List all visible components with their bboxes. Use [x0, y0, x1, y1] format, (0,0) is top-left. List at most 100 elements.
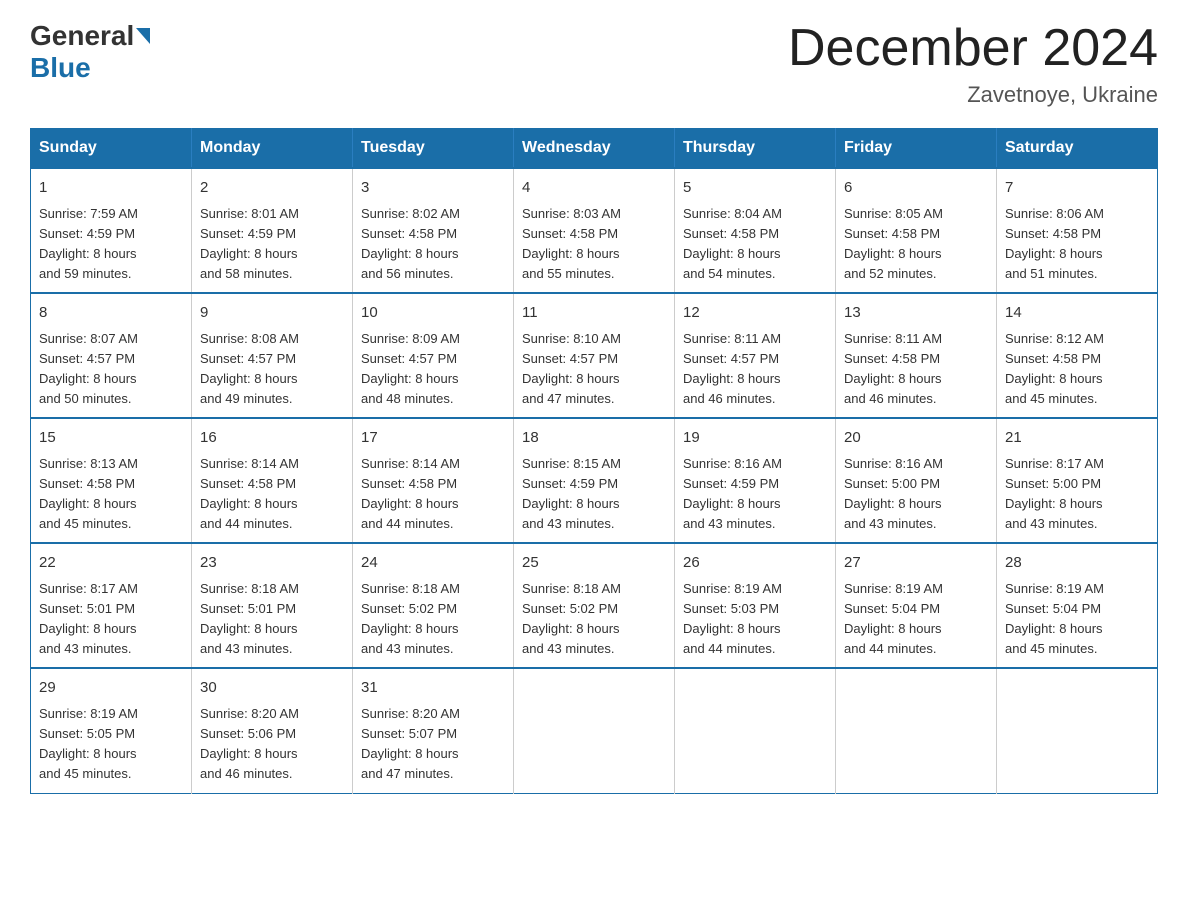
calendar-day-cell: 24Sunrise: 8:18 AMSunset: 5:02 PMDayligh… [353, 543, 514, 668]
day-number: 11 [522, 302, 666, 325]
day-number: 17 [361, 427, 505, 450]
calendar-day-cell: 8 Sunrise: 8:07 AMSunset: 4:57 PMDaylight… [31, 293, 192, 418]
calendar-day-cell: 21Sunrise: 8:17 AMSunset: 5:00 PMDayligh… [997, 418, 1158, 543]
logo-general-text: General [30, 20, 134, 52]
day-info: Sunrise: 7:59 AMSunset: 4:59 PMDaylight:… [39, 204, 183, 285]
day-number: 25 [522, 552, 666, 575]
day-number: 20 [844, 427, 988, 450]
day-info: Sunrise: 8:16 AMSunset: 4:59 PMDaylight:… [683, 454, 827, 535]
day-number: 26 [683, 552, 827, 575]
day-of-week-header: Saturday [997, 129, 1158, 169]
day-number: 10 [361, 302, 505, 325]
logo: General Blue [30, 20, 152, 84]
day-number: 27 [844, 552, 988, 575]
day-number: 18 [522, 427, 666, 450]
day-info: Sunrise: 8:14 AMSunset: 4:58 PMDaylight:… [200, 454, 344, 535]
day-of-week-header: Wednesday [514, 129, 675, 169]
day-info: Sunrise: 8:19 AMSunset: 5:04 PMDaylight:… [844, 579, 988, 660]
day-number: 13 [844, 302, 988, 325]
calendar-day-cell: 7Sunrise: 8:06 AMSunset: 4:58 PMDaylight… [997, 168, 1158, 293]
calendar-day-cell: 11Sunrise: 8:10 AMSunset: 4:57 PMDayligh… [514, 293, 675, 418]
day-number: 24 [361, 552, 505, 575]
calendar-week-row: 29Sunrise: 8:19 AMSunset: 5:05 PMDayligh… [31, 668, 1158, 793]
day-info: Sunrise: 8:07 AMSunset: 4:57 PMDaylight:… [39, 329, 183, 410]
day-info: Sunrise: 8:11 AMSunset: 4:58 PMDaylight:… [844, 329, 988, 410]
calendar-day-cell: 4 Sunrise: 8:03 AMSunset: 4:58 PMDaylight… [514, 168, 675, 293]
day-info: Sunrise: 8:09 AMSunset: 4:57 PMDaylight:… [361, 329, 505, 410]
calendar-header: SundayMondayTuesdayWednesdayThursdayFrid… [31, 129, 1158, 169]
calendar-day-cell: 5Sunrise: 8:04 AMSunset: 4:58 PMDaylight… [675, 168, 836, 293]
day-info: Sunrise: 8:14 AMSunset: 4:58 PMDaylight:… [361, 454, 505, 535]
day-number: 1 [39, 177, 183, 200]
calendar-week-row: 22 Sunrise: 8:17 AMSunset: 5:01 PMDayligh… [31, 543, 1158, 668]
day-number: 9 [200, 302, 344, 325]
day-number: 19 [683, 427, 827, 450]
calendar-day-cell: 26 Sunrise: 8:19 AMSunset: 5:03 PMDayligh… [675, 543, 836, 668]
day-info: Sunrise: 8:12 AMSunset: 4:58 PMDaylight:… [1005, 329, 1149, 410]
day-number: 8 [39, 302, 183, 325]
day-info: Sunrise: 8:19 AMSunset: 5:04 PMDaylight:… [1005, 579, 1149, 660]
calendar-day-cell: 9 Sunrise: 8:08 AMSunset: 4:57 PMDaylight… [192, 293, 353, 418]
calendar-day-cell [997, 668, 1158, 793]
calendar-day-cell: 19 Sunrise: 8:16 AMSunset: 4:59 PMDayligh… [675, 418, 836, 543]
calendar-day-cell: 17 Sunrise: 8:14 AMSunset: 4:58 PMDayligh… [353, 418, 514, 543]
day-number: 12 [683, 302, 827, 325]
day-number: 15 [39, 427, 183, 450]
day-number: 2 [200, 177, 344, 200]
month-title: December 2024 [788, 20, 1158, 77]
day-number: 16 [200, 427, 344, 450]
calendar-day-cell: 2Sunrise: 8:01 AMSunset: 4:59 PMDaylight… [192, 168, 353, 293]
day-info: Sunrise: 8:08 AMSunset: 4:57 PMDaylight:… [200, 329, 344, 410]
calendar-day-cell: 27 Sunrise: 8:19 AMSunset: 5:04 PMDayligh… [836, 543, 997, 668]
day-of-week-header: Monday [192, 129, 353, 169]
day-number: 7 [1005, 177, 1149, 200]
page-header: General Blue December 2024 Zavetnoye, Uk… [30, 20, 1158, 108]
calendar-day-cell: 20 Sunrise: 8:16 AMSunset: 5:00 PMDayligh… [836, 418, 997, 543]
day-number: 28 [1005, 552, 1149, 575]
day-number: 4 [522, 177, 666, 200]
calendar-day-cell: 1 Sunrise: 7:59 AMSunset: 4:59 PMDaylight… [31, 168, 192, 293]
calendar-day-cell: 6 Sunrise: 8:05 AMSunset: 4:58 PMDaylight… [836, 168, 997, 293]
day-number: 30 [200, 677, 344, 700]
calendar-day-cell: 25Sunrise: 8:18 AMSunset: 5:02 PMDayligh… [514, 543, 675, 668]
calendar-day-cell: 15 Sunrise: 8:13 AMSunset: 4:58 PMDayligh… [31, 418, 192, 543]
day-info: Sunrise: 8:17 AMSunset: 5:01 PMDaylight:… [39, 579, 183, 660]
calendar-day-cell: 28 Sunrise: 8:19 AMSunset: 5:04 PMDayligh… [997, 543, 1158, 668]
day-info: Sunrise: 8:19 AMSunset: 5:05 PMDaylight:… [39, 704, 183, 785]
day-info: Sunrise: 8:15 AMSunset: 4:59 PMDaylight:… [522, 454, 666, 535]
calendar-day-cell: 29Sunrise: 8:19 AMSunset: 5:05 PMDayligh… [31, 668, 192, 793]
calendar-body: 1 Sunrise: 7:59 AMSunset: 4:59 PMDaylight… [31, 168, 1158, 793]
calendar-day-cell: 16 Sunrise: 8:14 AMSunset: 4:58 PMDayligh… [192, 418, 353, 543]
calendar-day-cell: 30Sunrise: 8:20 AMSunset: 5:06 PMDayligh… [192, 668, 353, 793]
day-info: Sunrise: 8:16 AMSunset: 5:00 PMDaylight:… [844, 454, 988, 535]
day-info: Sunrise: 8:03 AMSunset: 4:58 PMDaylight:… [522, 204, 666, 285]
calendar-day-cell [675, 668, 836, 793]
day-info: Sunrise: 8:19 AMSunset: 5:03 PMDaylight:… [683, 579, 827, 660]
day-info: Sunrise: 8:05 AMSunset: 4:58 PMDaylight:… [844, 204, 988, 285]
calendar-week-row: 1 Sunrise: 7:59 AMSunset: 4:59 PMDaylight… [31, 168, 1158, 293]
calendar-table: SundayMondayTuesdayWednesdayThursdayFrid… [30, 128, 1158, 793]
calendar-day-cell: 23Sunrise: 8:18 AMSunset: 5:01 PMDayligh… [192, 543, 353, 668]
day-of-week-header: Friday [836, 129, 997, 169]
calendar-day-cell [836, 668, 997, 793]
logo-blue-text: Blue [30, 52, 91, 84]
logo-triangle-icon [136, 28, 150, 44]
day-of-week-header: Sunday [31, 129, 192, 169]
calendar-day-cell: 18 Sunrise: 8:15 AMSunset: 4:59 PMDayligh… [514, 418, 675, 543]
calendar-week-row: 15 Sunrise: 8:13 AMSunset: 4:58 PMDayligh… [31, 418, 1158, 543]
day-info: Sunrise: 8:17 AMSunset: 5:00 PMDaylight:… [1005, 454, 1149, 535]
location-subtitle: Zavetnoye, Ukraine [788, 82, 1158, 108]
day-info: Sunrise: 8:20 AMSunset: 5:07 PMDaylight:… [361, 704, 505, 785]
day-number: 22 [39, 552, 183, 575]
day-number: 23 [200, 552, 344, 575]
day-of-week-header: Tuesday [353, 129, 514, 169]
title-section: December 2024 Zavetnoye, Ukraine [788, 20, 1158, 108]
day-info: Sunrise: 8:13 AMSunset: 4:58 PMDaylight:… [39, 454, 183, 535]
days-of-week-row: SundayMondayTuesdayWednesdayThursdayFrid… [31, 129, 1158, 169]
calendar-day-cell: 10 Sunrise: 8:09 AMSunset: 4:57 PMDayligh… [353, 293, 514, 418]
calendar-day-cell [514, 668, 675, 793]
day-number: 31 [361, 677, 505, 700]
day-number: 6 [844, 177, 988, 200]
calendar-day-cell: 31 Sunrise: 8:20 AMSunset: 5:07 PMDayligh… [353, 668, 514, 793]
day-number: 14 [1005, 302, 1149, 325]
